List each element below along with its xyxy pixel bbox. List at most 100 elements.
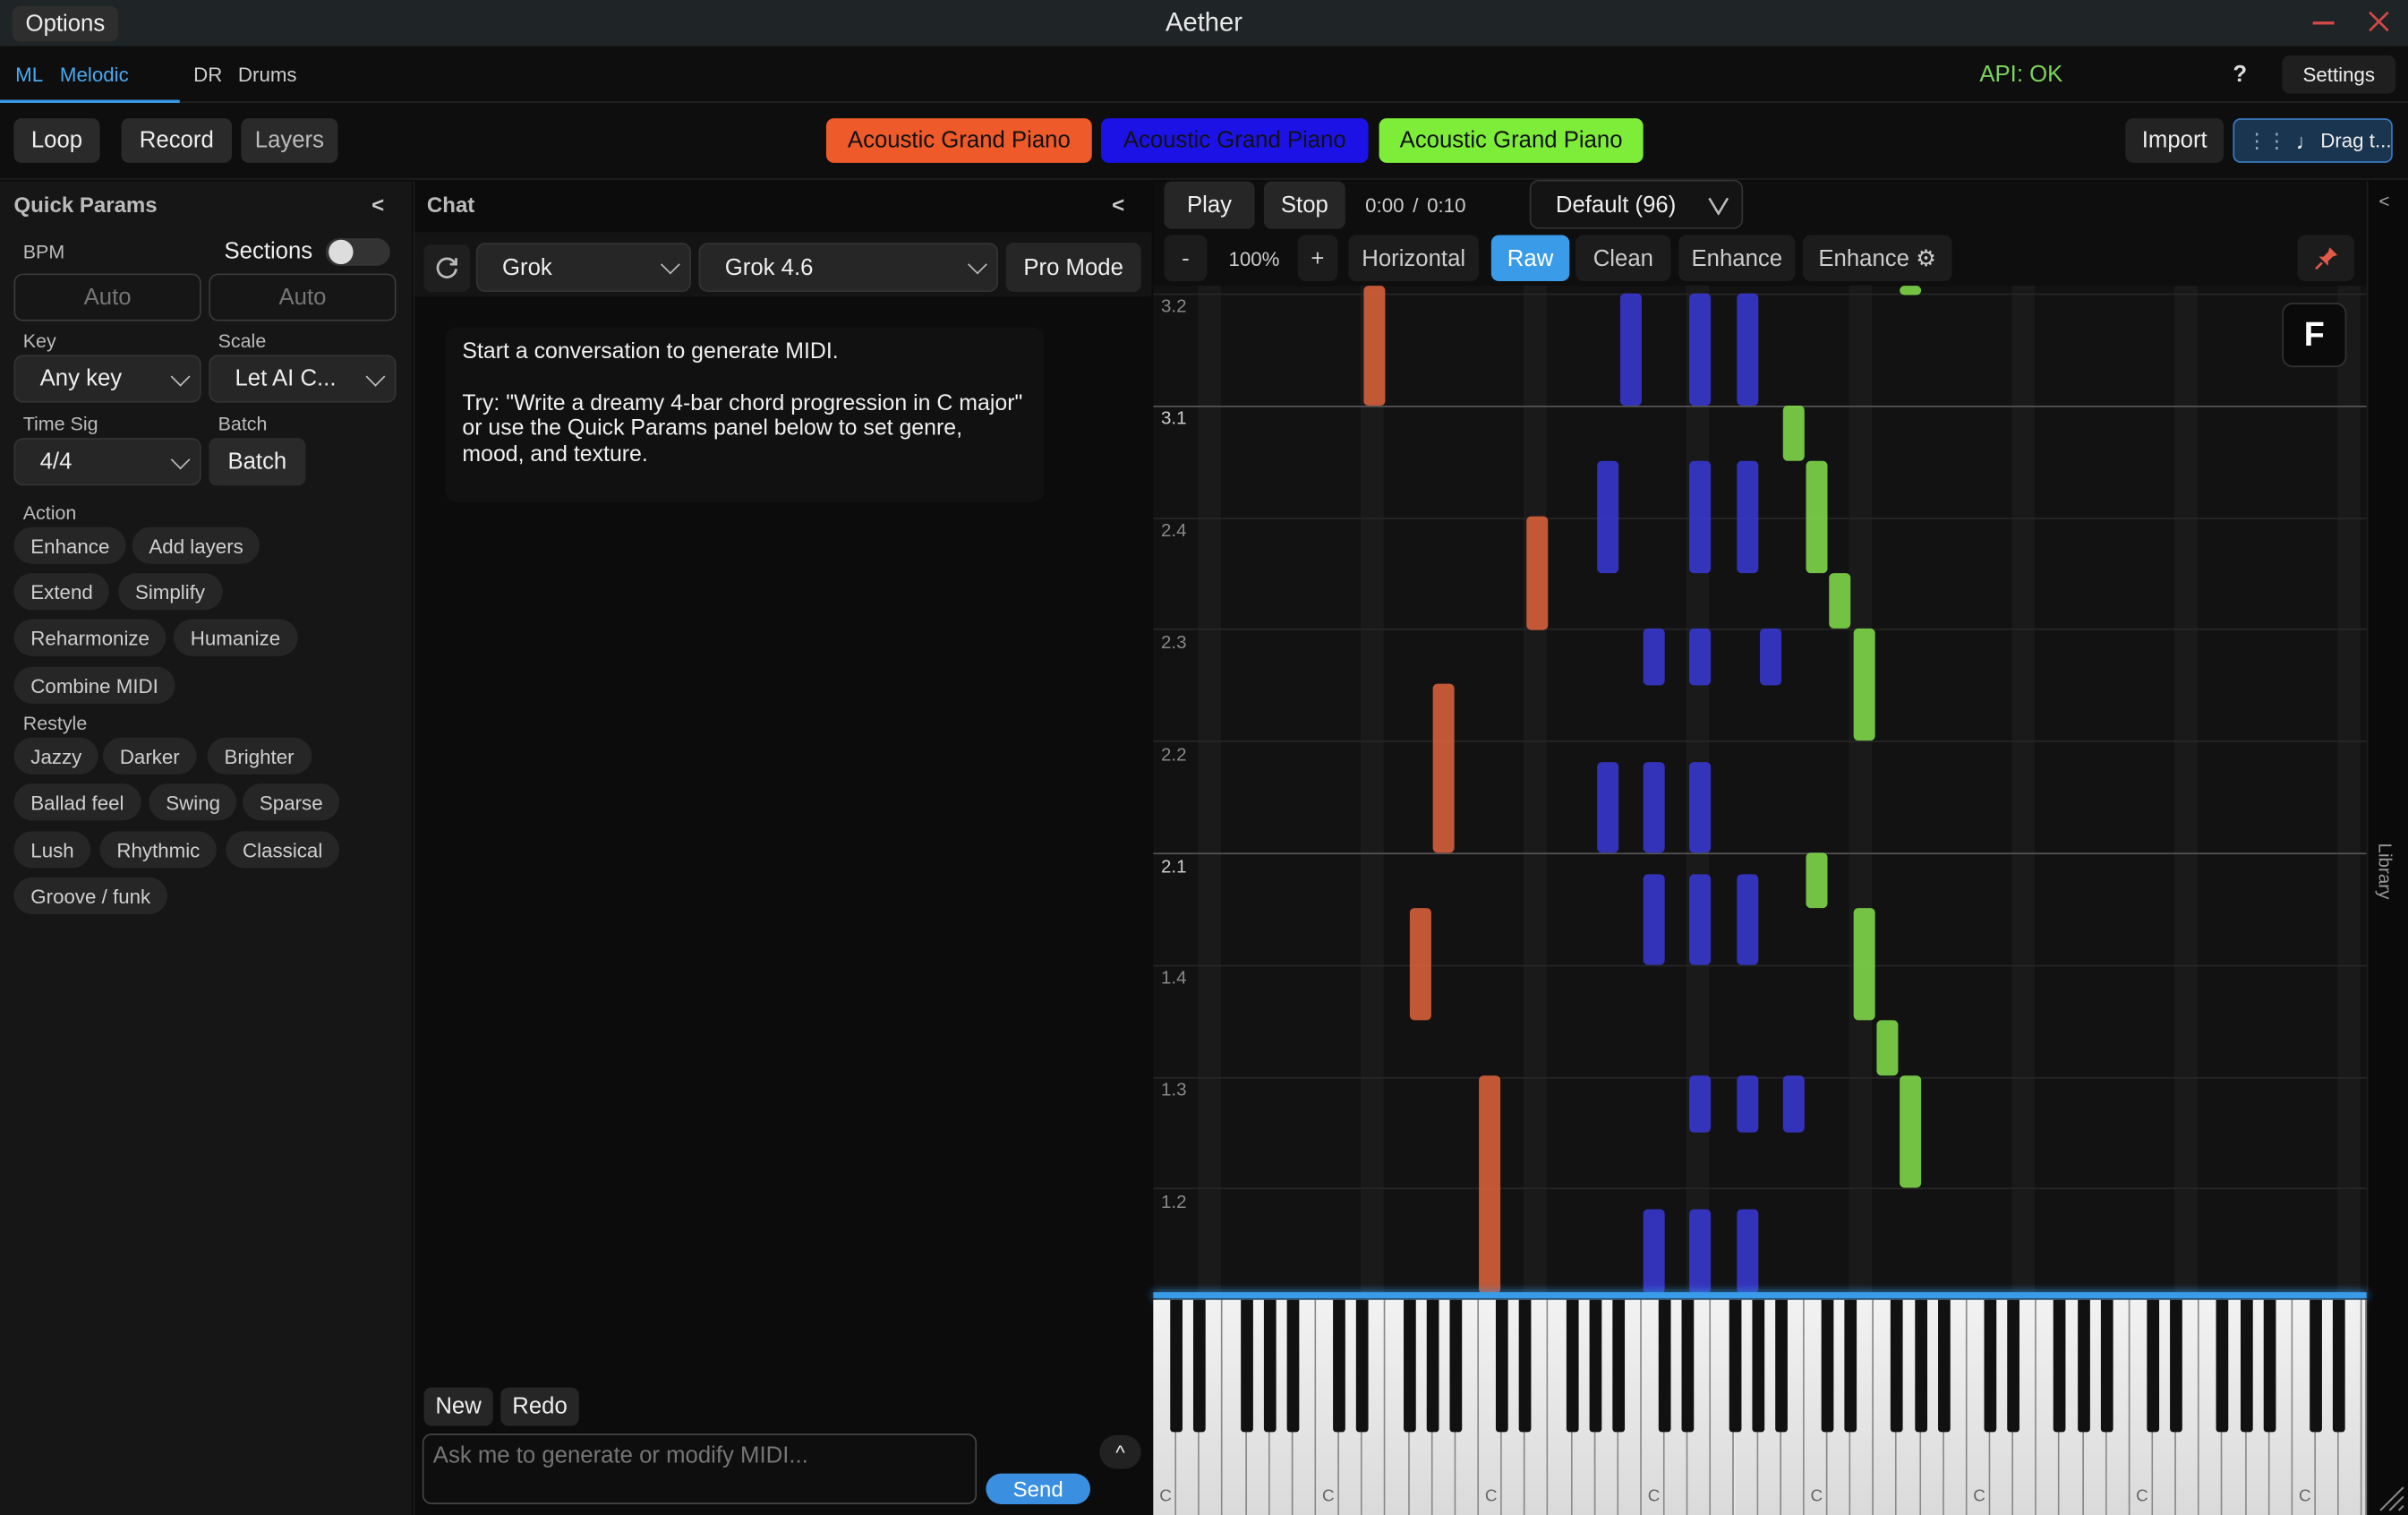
pro-mode-button[interactable]: Pro Mode xyxy=(1005,243,1141,293)
reset-chat-button[interactable] xyxy=(423,244,470,293)
preset-select[interactable]: Default (96) xyxy=(1529,179,1744,229)
black-key[interactable] xyxy=(1263,1299,1277,1433)
midi-note[interactable] xyxy=(1689,628,1712,686)
play-button[interactable]: Play xyxy=(1164,181,1255,229)
batch-button[interactable]: Batch xyxy=(209,438,306,486)
midi-note[interactable] xyxy=(1689,874,1712,965)
black-key[interactable] xyxy=(1751,1299,1764,1433)
midi-note[interactable] xyxy=(1409,908,1431,1021)
black-key[interactable] xyxy=(1403,1299,1415,1433)
black-key[interactable] xyxy=(2100,1299,2113,1433)
stop-button[interactable]: Stop xyxy=(1263,181,1345,229)
black-key[interactable] xyxy=(1984,1299,1997,1433)
midi-note[interactable] xyxy=(1900,286,1922,295)
restyle-ballad-feel[interactable]: Ballad feel xyxy=(13,783,141,821)
pin-button[interactable] xyxy=(2297,235,2354,282)
model-select[interactable]: Grok 4.6 xyxy=(698,243,999,293)
restyle-sparse[interactable]: Sparse xyxy=(243,783,340,821)
horizontal-button[interactable]: Horizontal xyxy=(1348,235,1480,282)
redo-button[interactable]: Redo xyxy=(500,1387,579,1426)
midi-note[interactable] xyxy=(1689,460,1712,574)
black-key[interactable] xyxy=(2077,1299,2090,1433)
send-button[interactable]: Send xyxy=(986,1473,1091,1504)
restyle-classical[interactable]: Classical xyxy=(226,831,340,869)
midi-note[interactable] xyxy=(1526,516,1549,630)
black-key[interactable] xyxy=(1589,1299,1601,1433)
restyle-groove-funk[interactable]: Groove / funk xyxy=(13,877,168,915)
raw-button[interactable]: Raw xyxy=(1490,235,1570,282)
midi-note[interactable] xyxy=(1643,1209,1665,1294)
midi-note[interactable] xyxy=(1432,683,1455,853)
clean-button[interactable]: Clean xyxy=(1575,235,1671,282)
instrument-2-button[interactable]: Acoustic Grand Piano xyxy=(1101,118,1369,163)
black-key[interactable] xyxy=(2310,1299,2322,1433)
black-key[interactable] xyxy=(2147,1299,2160,1433)
black-key[interactable] xyxy=(1937,1299,1951,1433)
new-chat-button[interactable]: New xyxy=(423,1387,493,1426)
black-key[interactable] xyxy=(2240,1299,2253,1433)
action-enhance[interactable]: Enhance xyxy=(13,526,127,564)
midi-note[interactable] xyxy=(1782,406,1805,461)
restyle-brighter[interactable]: Brighter xyxy=(207,737,312,775)
midi-note[interactable] xyxy=(1643,762,1665,853)
black-key[interactable] xyxy=(2333,1299,2345,1433)
midi-note[interactable] xyxy=(1479,1075,1501,1294)
midi-note[interactable] xyxy=(1760,628,1782,686)
midi-note[interactable] xyxy=(1689,1075,1712,1133)
black-key[interactable] xyxy=(1658,1299,1671,1433)
black-key[interactable] xyxy=(1240,1299,1253,1433)
scale-select[interactable]: Let AI C... xyxy=(209,355,397,403)
midi-note[interactable] xyxy=(1737,460,1759,574)
midi-note[interactable] xyxy=(1689,762,1712,853)
minimize-icon[interactable] xyxy=(2312,21,2335,25)
black-key[interactable] xyxy=(1286,1299,1300,1433)
black-key[interactable] xyxy=(2007,1299,2020,1433)
black-key[interactable] xyxy=(1333,1299,1346,1433)
instrument-1-button[interactable]: Acoustic Grand Piano xyxy=(825,118,1092,163)
restyle-lush[interactable]: Lush xyxy=(13,831,91,869)
zoom-out-button[interactable]: - xyxy=(1164,235,1208,282)
action-combine-midi[interactable]: Combine MIDI xyxy=(13,666,175,704)
expand-input-button[interactable]: ^ xyxy=(1099,1434,1141,1469)
restyle-jazzy[interactable]: Jazzy xyxy=(13,737,99,775)
midi-note[interactable] xyxy=(1737,1209,1759,1294)
quick-params-collapse-button[interactable]: < xyxy=(371,193,384,217)
instrument-3-button[interactable]: Acoustic Grand Piano xyxy=(1379,118,1644,163)
black-key[interactable] xyxy=(2216,1299,2230,1433)
bpm-input[interactable] xyxy=(13,273,201,321)
black-key[interactable] xyxy=(1914,1299,1927,1433)
sections-input[interactable] xyxy=(209,273,397,321)
midi-note[interactable] xyxy=(1737,1075,1759,1133)
action-add-layers[interactable]: Add layers xyxy=(132,526,260,564)
options-menu[interactable]: Options xyxy=(12,5,119,42)
black-key[interactable] xyxy=(2263,1299,2276,1433)
midi-note[interactable] xyxy=(1689,1209,1712,1294)
midi-note[interactable] xyxy=(1737,293,1759,407)
black-key[interactable] xyxy=(2170,1299,2183,1433)
settings-button[interactable]: Settings xyxy=(2282,55,2396,94)
black-key[interactable] xyxy=(1891,1299,1904,1433)
help-button[interactable]: ? xyxy=(2233,62,2247,88)
close-icon[interactable] xyxy=(2367,9,2391,33)
midi-note[interactable] xyxy=(1853,908,1875,1021)
library-collapse-button[interactable]: < xyxy=(2378,191,2389,212)
black-key[interactable] xyxy=(1611,1299,1625,1433)
sections-toggle[interactable] xyxy=(325,237,390,266)
black-key[interactable] xyxy=(1681,1299,1695,1433)
midi-note[interactable] xyxy=(1597,762,1619,853)
midi-note[interactable] xyxy=(1900,1075,1922,1188)
black-key[interactable] xyxy=(2054,1299,2067,1433)
midi-note[interactable] xyxy=(1876,1020,1899,1076)
midi-note[interactable] xyxy=(1829,573,1851,629)
action-extend[interactable]: Extend xyxy=(13,573,110,611)
library-tab[interactable]: Library xyxy=(2374,836,2395,907)
black-key[interactable] xyxy=(1728,1299,1741,1433)
black-key[interactable] xyxy=(1193,1299,1207,1433)
enhance-button[interactable]: Enhance xyxy=(1678,235,1796,282)
midi-note[interactable] xyxy=(1853,628,1875,741)
zoom-in-button[interactable]: + xyxy=(1297,235,1338,282)
loop-button[interactable]: Loop xyxy=(13,118,100,163)
import-button[interactable]: Import xyxy=(2125,118,2224,163)
black-key[interactable] xyxy=(1449,1299,1462,1433)
resize-grip-icon[interactable] xyxy=(2374,1481,2404,1511)
